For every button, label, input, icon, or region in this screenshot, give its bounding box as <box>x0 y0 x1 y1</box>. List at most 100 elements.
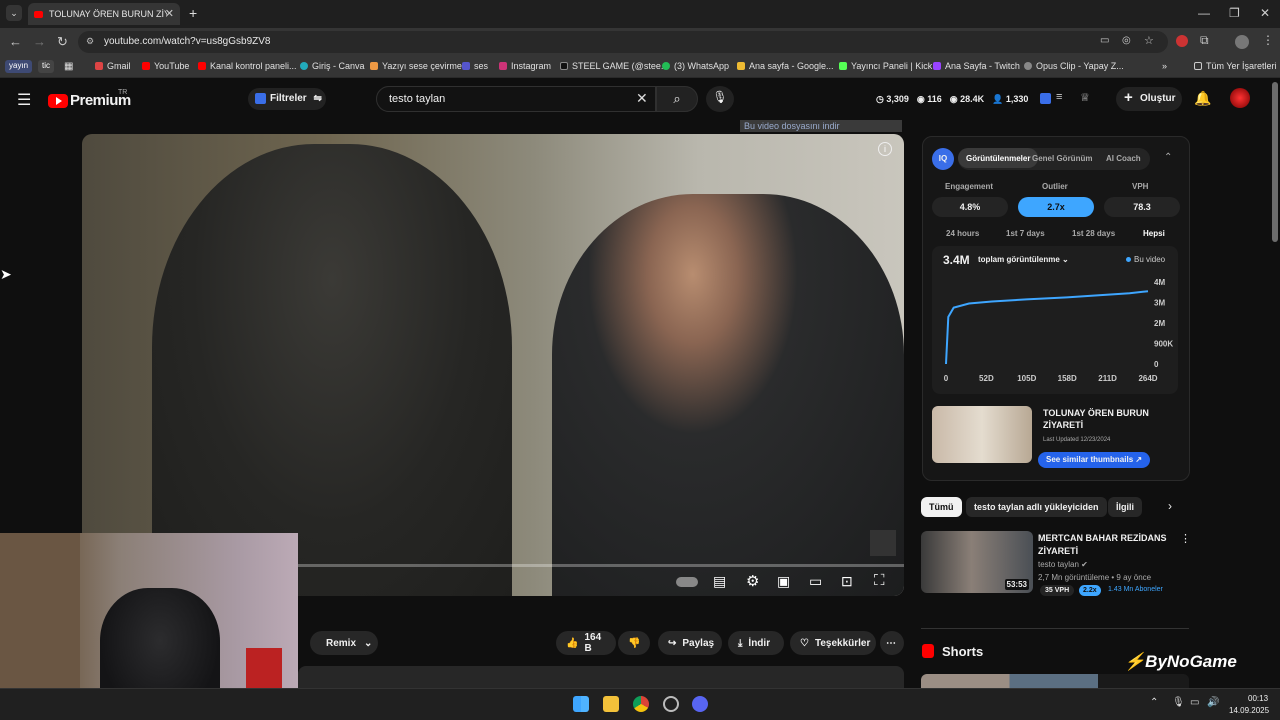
tab-ai-coach[interactable]: AI Coach <box>1098 148 1149 168</box>
bookmark-item[interactable]: Yayıncı Paneli | Kick <box>839 61 932 71</box>
collapse-chevron-icon[interactable]: ⌃ <box>1164 152 1172 163</box>
site-info-icon[interactable]: ⚙ <box>86 36 94 47</box>
share-button[interactable]: ↪ Paylaş <box>658 631 722 655</box>
taskbar-time[interactable]: 00:13 <box>1248 694 1268 703</box>
theater-mode-icon[interactable]: ▭ <box>809 573 822 590</box>
bookmark-folder-yayin[interactable]: yayın <box>5 60 33 73</box>
trophy-icon[interactable]: ♕ <box>1080 91 1090 104</box>
channel-watermark[interactable] <box>870 530 896 556</box>
like-button[interactable]: 👍 164 B <box>556 631 616 655</box>
window-close-icon[interactable]: ✕ <box>1260 6 1270 20</box>
tab-overview[interactable]: Genel Görünüm <box>1024 148 1100 168</box>
minimize-icon[interactable]: — <box>1198 6 1210 20</box>
bookmark-item[interactable]: Gmail <box>95 61 131 71</box>
bookmark-item[interactable]: (3) WhatsApp <box>662 61 729 71</box>
metric-value-engagement[interactable]: 4.8% <box>932 197 1008 217</box>
cast-tab-icon[interactable]: ▭ <box>1100 35 1109 46</box>
views-type-dropdown[interactable]: toplam görüntülenme ⌄ <box>978 255 1069 264</box>
metric-value-outlier[interactable]: 2.7x <box>1018 197 1094 217</box>
iq-extension-icon[interactable] <box>1040 93 1051 104</box>
bookmark-item[interactable]: Ana sayfa - Google... <box>737 61 834 71</box>
tray-network-icon[interactable]: ▭ <box>1190 697 1199 708</box>
profile-avatar-icon[interactable] <box>1235 35 1249 49</box>
download-button[interactable]: ⤓ İndir <box>728 631 784 655</box>
notifications-bell-icon[interactable]: 🔔 <box>1194 90 1211 107</box>
url-field[interactable]: ⚙ youtube.com/watch?v=us8gGsb9ZV8 ▭ ◎ ☆ <box>78 31 1168 53</box>
tray-mic-icon[interactable]: 🎙 <box>1172 697 1185 708</box>
search-button[interactable]: ⌕ <box>656 86 698 112</box>
tab-search-icon[interactable]: ⌄ <box>6 5 22 21</box>
create-button[interactable]: + Oluştur <box>1116 87 1182 111</box>
tray-chevron-icon[interactable]: ⌃ <box>1150 697 1158 708</box>
restore-icon[interactable]: ❐ <box>1229 6 1240 20</box>
dislike-button[interactable]: 👎 <box>618 631 650 655</box>
video-player[interactable]: i ▤ ⚙ ▣ ▭ ⊡ ⛶ <box>82 134 904 596</box>
tab-active[interactable]: TOLUNAY ÖREN BURUN ZİYARE ✕ <box>28 3 180 25</box>
recommendation-title[interactable]: MERTCAN BAHAR REZİDANS ZİYARETİ <box>1038 532 1168 558</box>
new-tab-icon[interactable]: + <box>189 5 197 21</box>
page-scrollbar[interactable] <box>1272 82 1278 242</box>
eye-off-icon[interactable]: ◎ <box>1122 35 1131 46</box>
all-bookmarks-folder[interactable]: Tüm Yer İşaretleri <box>1194 61 1277 71</box>
recommendation-channel[interactable]: testo taylan ✔ <box>1038 560 1088 569</box>
subtitles-icon[interactable]: ▤ <box>713 573 726 590</box>
fullscreen-icon[interactable]: ⛶ <box>874 572 885 589</box>
forward-icon[interactable]: → <box>33 34 46 49</box>
autoplay-toggle-icon[interactable] <box>676 577 698 587</box>
bookmark-item[interactable]: Opus Clip - Yapay Z... <box>1024 61 1124 71</box>
clear-search-icon[interactable]: ✕ <box>636 90 648 107</box>
tab-close-icon[interactable]: ✕ <box>165 7 174 20</box>
chrome-icon[interactable] <box>633 696 649 712</box>
range-28d[interactable]: 1st 28 days <box>1072 229 1115 238</box>
settings-gear-icon[interactable]: ⚙ <box>746 572 759 590</box>
search-input[interactable]: testo taylan <box>376 86 656 112</box>
video-thumbnail[interactable] <box>932 406 1032 463</box>
browser-menu-icon[interactable]: ⋮ <box>1262 33 1274 47</box>
more-actions-button[interactable]: ⋯ <box>880 631 904 655</box>
see-similar-thumbnails-button[interactable]: See similar thumbnails ↗ <box>1038 452 1151 468</box>
discord-icon[interactable] <box>692 696 708 712</box>
bookmark-item[interactable]: YouTube <box>142 61 189 71</box>
tray-volume-icon[interactable]: 🔊 <box>1207 697 1219 708</box>
bookmark-folder-tic[interactable]: tic <box>38 60 54 73</box>
bookmark-star-icon[interactable]: ☆ <box>1144 34 1154 47</box>
range-all[interactable]: Hepsi <box>1143 229 1165 238</box>
extensions-icon[interactable]: ⧉ <box>1200 33 1209 48</box>
range-24h[interactable]: 24 hours <box>946 229 979 238</box>
thanks-button[interactable]: ♡ Teşekkürler <box>790 631 876 655</box>
remix-button[interactable]: Remix ⌄ <box>310 631 378 655</box>
extension-badge-icon[interactable] <box>1176 35 1188 47</box>
metric-value-vph[interactable]: 78.3 <box>1104 197 1180 217</box>
reload-icon[interactable]: ↻ <box>57 34 68 50</box>
chip-related[interactable]: İlgili <box>1108 497 1142 517</box>
channel-avatar[interactable] <box>1230 88 1250 108</box>
chip-all[interactable]: Tümü <box>921 497 962 517</box>
recommendation-thumbnail[interactable]: 53:53 <box>921 531 1033 593</box>
bookmarks-overflow-icon[interactable]: » <box>1162 61 1167 71</box>
chip-from-uploader[interactable]: testo taylan adlı yükleyiciden <box>966 497 1107 517</box>
file-explorer-icon[interactable] <box>603 696 619 712</box>
voice-search-button[interactable]: 🎙 <box>706 86 734 112</box>
range-7d[interactable]: 1st 7 days <box>1006 229 1045 238</box>
back-icon[interactable]: ← <box>9 34 22 49</box>
bookmark-item[interactable]: STEEL GAME (@stee... <box>560 61 668 71</box>
shorts-thumbnails[interactable] <box>921 674 1189 688</box>
hamburger-menu-icon[interactable]: ☰ <box>17 90 31 110</box>
miniplayer-icon[interactable]: ▣ <box>777 573 790 590</box>
download-video-banner[interactable]: Bu video dosyasını indir <box>740 120 902 132</box>
taskbar-date[interactable]: 14.09.2025 <box>1229 706 1269 715</box>
bookmark-item[interactable]: Kanal kontrol paneli... <box>198 61 297 71</box>
bookmark-item[interactable]: Yazıyı sese çevirme <box>370 61 462 71</box>
description-box[interactable] <box>298 666 904 688</box>
bookmark-item[interactable]: ses <box>462 61 488 71</box>
bookmark-item[interactable]: Giriş - Canva <box>300 61 365 71</box>
app-icon[interactable] <box>663 696 679 712</box>
video-info-icon[interactable]: i <box>878 142 892 156</box>
recommendation-more-icon[interactable]: ⋮ <box>1180 532 1191 545</box>
bookmark-item[interactable]: Ana Sayfa - Twitch <box>933 61 1020 71</box>
list-icon[interactable]: ≡ <box>1056 91 1062 103</box>
filters-button[interactable]: Filtreler ⇋ <box>248 88 326 110</box>
chips-next-icon[interactable]: › <box>1168 499 1172 513</box>
cast-icon[interactable]: ⊡ <box>841 573 853 590</box>
apps-grid-icon[interactable]: ▦ <box>64 61 73 72</box>
